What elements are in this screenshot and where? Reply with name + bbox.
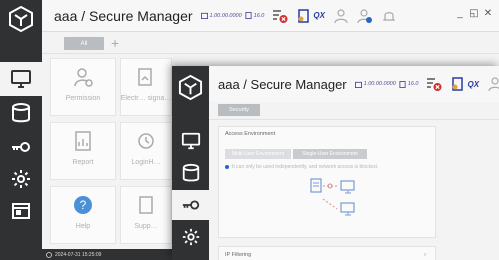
sidebar-item-monitor[interactable]	[0, 62, 42, 96]
sidebar-item-database[interactable]	[172, 158, 209, 188]
support-icon	[139, 196, 153, 214]
status-bar: 2024-07-31 15:25:09	[42, 249, 182, 260]
sidebar	[172, 66, 209, 260]
user-button[interactable]	[487, 76, 499, 92]
database-icon	[182, 163, 199, 182]
sidebar-item-settings[interactable]	[172, 222, 209, 252]
version-info: 1.00.00.0000 16.0	[200, 12, 265, 19]
tile-label: Supp…	[134, 223, 158, 230]
report-icon	[75, 131, 91, 151]
app-logo-icon	[178, 75, 203, 100]
build-icon	[245, 12, 252, 19]
tab-bar: All +	[42, 32, 499, 54]
tile-label: Permission	[65, 95, 101, 102]
environment-note: It can only be used independently, and n…	[225, 164, 378, 170]
dashboard-icon	[12, 203, 30, 219]
clock-icon	[46, 251, 52, 258]
e-signature-icon	[138, 68, 152, 86]
build-icon	[399, 80, 406, 88]
tile-electronic-signature[interactable]: Electr… signa…	[120, 58, 172, 116]
user-icon	[334, 8, 348, 23]
document-user-icon	[298, 8, 310, 23]
database-icon	[12, 103, 30, 123]
build-text: 16.0	[253, 12, 265, 19]
user-group-icon	[357, 8, 372, 23]
gear-icon	[12, 170, 30, 188]
restore-button[interactable]: ◱	[469, 8, 479, 20]
build-text: 16.0	[407, 81, 419, 87]
window-title: aaa / Secure Manager	[54, 7, 193, 24]
tab-bar: Security	[209, 102, 499, 120]
app-logo-icon	[9, 6, 33, 32]
status-datetime: 2024-07-31 15:25:09	[55, 251, 102, 258]
access-environment-panel: Access Environment Multi-User Environmen…	[218, 126, 436, 238]
tile-permission[interactable]: Permission	[50, 58, 116, 116]
tab-security[interactable]: Security	[218, 104, 260, 116]
svg-text:?: ?	[80, 198, 87, 212]
tile-label: Report	[72, 159, 94, 166]
add-tab-button[interactable]: +	[111, 35, 119, 51]
sidebar-item-database[interactable]	[0, 96, 42, 130]
window-title: aaa / Secure Manager	[218, 76, 347, 92]
sidebar-item-monitor[interactable]	[172, 126, 209, 156]
tile-label: Help	[75, 223, 91, 230]
key-icon	[182, 200, 199, 210]
sidebar-item-dashboard[interactable]	[0, 194, 42, 228]
version-info: 1.00.00.0000 16.0	[354, 80, 419, 88]
close-button[interactable]: ✕	[483, 8, 493, 20]
filter-alert-button[interactable]	[426, 76, 442, 92]
tile-support[interactable]: Supp…	[120, 186, 172, 244]
sidebar	[0, 0, 42, 260]
filter-alert-icon	[427, 78, 442, 91]
version-text: 1.00.00.0000	[363, 81, 396, 87]
notification-button[interactable]	[381, 8, 397, 24]
tile-help[interactable]: ? Help	[50, 186, 116, 244]
qx-label: QX	[467, 79, 480, 89]
login-history-icon	[138, 133, 154, 149]
key-icon	[12, 142, 30, 152]
network-diagram-icon	[310, 178, 355, 216]
help-icon: ?	[74, 196, 92, 214]
note-text: It can only be used independently, and n…	[232, 164, 379, 170]
calendar-icon	[200, 12, 208, 19]
window-controls: _ ◱ ✕	[455, 8, 493, 20]
sidebar-item-settings[interactable]	[0, 162, 42, 196]
user-settings-icon	[74, 68, 93, 87]
qx-button[interactable]: QX	[296, 8, 325, 24]
user-group-button[interactable]	[357, 8, 373, 24]
single-user-option[interactable]: Single-User Environment	[293, 149, 367, 159]
qx-button[interactable]: QX	[450, 76, 479, 92]
main-window-front: aaa / Secure Manager 1.00.00.0000 16.0 Q…	[172, 66, 499, 260]
title-bar: aaa / Secure Manager 1.00.00.0000 16.0 Q…	[42, 0, 499, 32]
version-text: 1.00.00.0000	[209, 12, 242, 19]
calendar-icon	[354, 81, 362, 88]
tile-login-history[interactable]: LoginH…	[120, 122, 172, 180]
monitor-icon	[11, 70, 31, 88]
sidebar-item-security[interactable]	[172, 190, 209, 220]
panel-title: Access Environment	[225, 131, 276, 137]
tile-label: Electr… signa…	[120, 95, 172, 102]
document-user-icon	[452, 77, 464, 91]
expand-arrow-icon[interactable]: ∨	[423, 252, 427, 258]
filter-alert-icon	[273, 9, 288, 23]
bell-icon	[382, 11, 396, 21]
ip-filtering-panel[interactable]: IP Filtering ∨	[218, 246, 436, 260]
monitor-icon	[181, 132, 200, 150]
gear-icon	[182, 228, 199, 246]
user-icon	[488, 77, 499, 92]
title-bar: aaa / Secure Manager 1.00.00.0000 16.0 Q…	[209, 66, 499, 102]
minimize-button[interactable]: _	[455, 8, 465, 20]
tile-report[interactable]: Report	[50, 122, 116, 180]
info-dot-icon	[225, 165, 229, 169]
tab-all[interactable]: All	[64, 37, 104, 50]
tile-label: LoginH…	[131, 159, 161, 166]
multi-user-option[interactable]: Multi-User Environment	[225, 149, 291, 159]
sidebar-item-security[interactable]	[0, 130, 42, 164]
user-button[interactable]	[333, 8, 349, 24]
panel-title: IP Filtering	[225, 252, 252, 258]
filter-alert-button[interactable]	[272, 8, 288, 24]
qx-label: QX	[313, 11, 325, 20]
